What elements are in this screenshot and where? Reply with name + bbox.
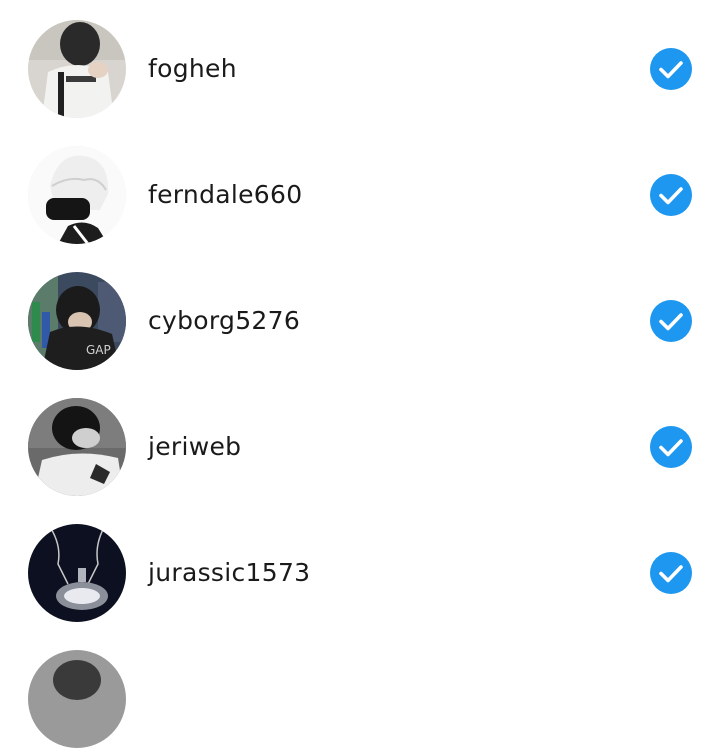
selected-check-icon[interactable]	[650, 48, 692, 90]
list-item-user[interactable]: GAP cyborg5276	[0, 252, 720, 378]
list-item-user[interactable]: jeriweb	[0, 378, 720, 504]
username: ferndale660	[148, 180, 303, 209]
avatar[interactable]	[28, 650, 126, 748]
avatar[interactable]: GAP	[28, 272, 126, 370]
list-item-user[interactable]: fogheh	[0, 0, 720, 126]
username: cyborg5276	[148, 306, 301, 335]
avatar[interactable]	[28, 398, 126, 496]
user-list: fogheh ferndale660 GAP cyborg5276 jeriwe…	[0, 0, 720, 748]
selected-check-icon[interactable]	[650, 300, 692, 342]
avatar[interactable]	[28, 20, 126, 118]
list-item-user-partial[interactable]	[0, 630, 720, 756]
username: jurassic1573	[148, 558, 311, 587]
username: jeriweb	[148, 432, 242, 461]
avatar[interactable]	[28, 146, 126, 244]
selected-check-icon[interactable]	[650, 426, 692, 468]
selected-check-icon[interactable]	[650, 552, 692, 594]
list-item-user[interactable]: ferndale660	[0, 126, 720, 252]
svg-text:GAP: GAP	[86, 343, 111, 357]
username: fogheh	[148, 54, 237, 83]
selected-check-icon[interactable]	[650, 174, 692, 216]
list-item-user[interactable]: jurassic1573	[0, 504, 720, 630]
avatar[interactable]	[28, 524, 126, 622]
